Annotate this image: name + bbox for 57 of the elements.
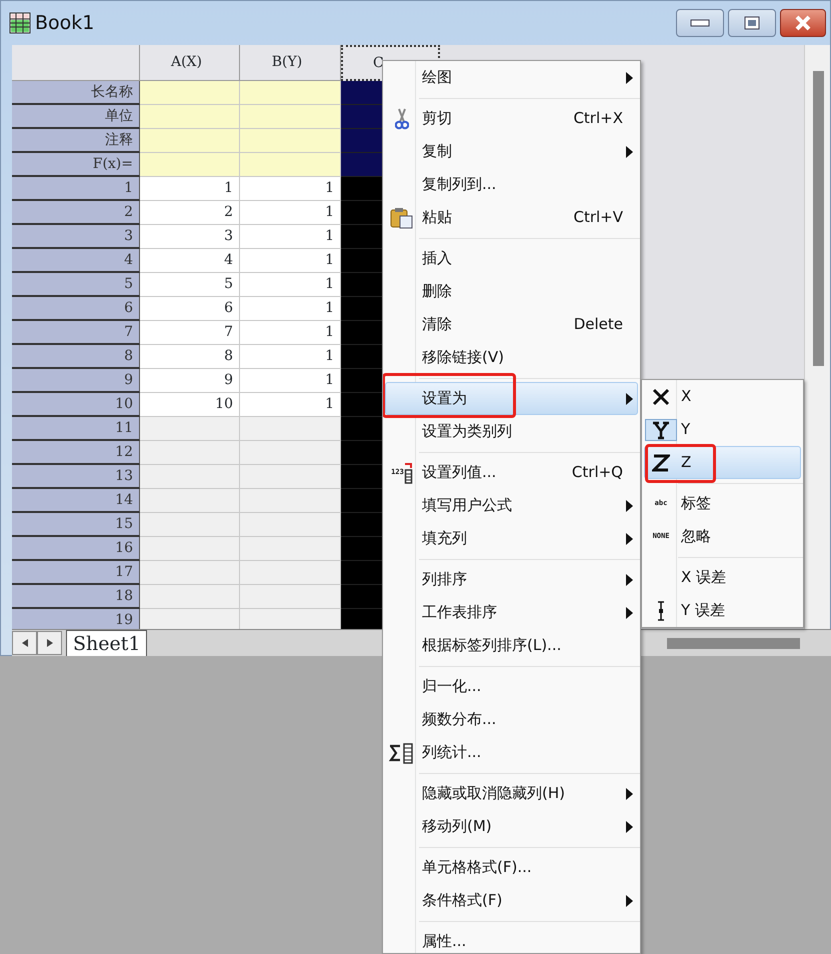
menu-label: 删除 <box>422 281 452 302</box>
table-cell: 1 <box>240 393 341 417</box>
menu-label: 设置列值... <box>422 462 496 484</box>
menu-label: 填写用户公式 <box>422 495 512 516</box>
menu-label: 移除链接(V) <box>422 347 504 368</box>
table-cell: 8 <box>140 345 240 369</box>
table-cell: 1 <box>240 321 341 345</box>
menu-label: 填充列 <box>422 528 467 550</box>
menu-label: 标签 <box>681 493 711 514</box>
table-cell: 5 <box>140 273 240 297</box>
table-cell: 2 <box>140 201 240 225</box>
shortcut-text: Ctrl+V <box>573 207 623 228</box>
menu-label: 单元格格式(F)... <box>422 857 532 878</box>
menu-label: 移动列(M) <box>422 816 492 838</box>
table-cell: 1 <box>240 225 341 249</box>
menu-label: 归一化... <box>422 676 482 698</box>
menu-label: 列统计... <box>422 742 482 764</box>
menu-label: 清除 <box>422 314 452 336</box>
table-cell: 1 <box>240 345 341 369</box>
table-cell: 1 <box>240 273 341 297</box>
table-cell: 10 <box>140 393 240 417</box>
shortcut-text: Delete <box>574 314 623 336</box>
table-cell: 1 <box>140 177 240 201</box>
menu-label: 根据标签列排序(L)... <box>422 635 562 656</box>
menu-label: 工作表排序 <box>422 602 497 624</box>
menu-label: 复制列到... <box>422 174 496 196</box>
menu-label: 设置为类别列 <box>422 421 512 442</box>
table-cell: 4 <box>140 249 240 273</box>
menu-label: 条件格式(F) <box>422 890 502 912</box>
menu-label: 频数分布... <box>422 709 496 730</box>
menu-label: 剪切 <box>422 108 452 130</box>
menu-label: 插入 <box>422 248 452 270</box>
menu-label: X <box>681 386 692 408</box>
table-cell: 1 <box>240 369 341 393</box>
menu-label: 列排序 <box>422 569 467 590</box>
shortcut-text: Ctrl+X <box>573 108 623 130</box>
menu-label: 属性... <box>422 931 466 952</box>
table-cell: 3 <box>140 225 240 249</box>
table-cell: 1 <box>240 297 341 321</box>
menu-label: Z <box>681 452 692 474</box>
table-cell: 1 <box>240 201 341 225</box>
window-title: Book1 <box>35 10 94 36</box>
menu-label: Y <box>681 419 690 440</box>
menu-label: 隐藏或取消隐藏列(H) <box>422 783 565 804</box>
table-cell: 1 <box>240 249 341 273</box>
table-cell: 1 <box>240 177 341 201</box>
table-cell: 6 <box>140 297 240 321</box>
table-cell: 9 <box>140 369 240 393</box>
menu-label: Y 误差 <box>681 600 725 622</box>
menu-label: 设置为 <box>422 388 467 410</box>
table-cell: 7 <box>140 321 240 345</box>
menu-label: 复制 <box>422 141 452 162</box>
menu-label: X 误差 <box>681 567 726 588</box>
menu-label: 绘图 <box>422 67 452 88</box>
shortcut-text: Ctrl+Q <box>572 462 623 484</box>
menu-label: 忽略 <box>681 526 711 548</box>
menu-label: 粘贴 <box>422 207 452 228</box>
